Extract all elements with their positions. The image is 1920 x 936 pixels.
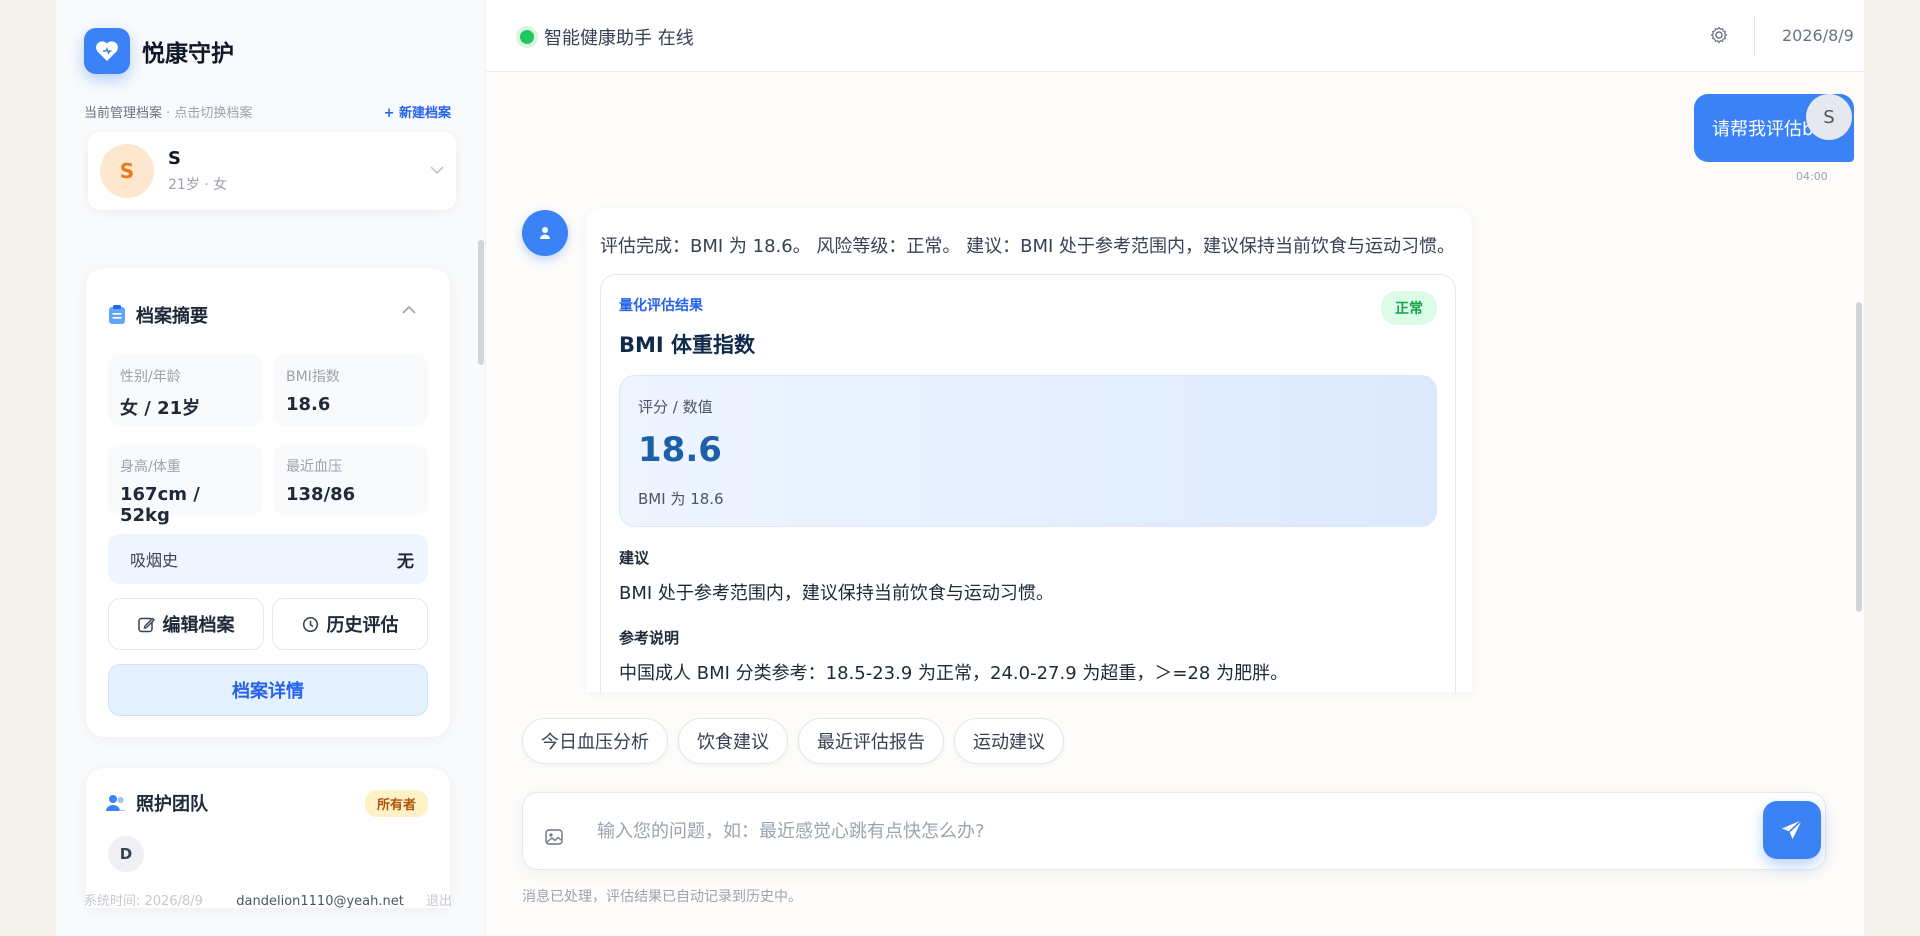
message-input[interactable]: 输入您的问题，如：最近感觉心跳有点快怎么办? xyxy=(597,817,985,843)
summary-title: 档案摘要 xyxy=(108,302,208,328)
user-avatar: S xyxy=(1806,94,1852,140)
quick-action-recent-report[interactable]: 最近评估报告 xyxy=(798,718,944,764)
send-button[interactable] xyxy=(1763,801,1821,859)
image-upload-icon[interactable] xyxy=(545,829,563,845)
status-footnote: 消息已处理，评估结果已自动记录到历史中。 xyxy=(522,889,802,905)
score-note: BMI 为 18.6 xyxy=(638,490,724,508)
owner-badge: 所有者 xyxy=(364,790,428,817)
profile-detail-button[interactable]: 档案详情 xyxy=(108,664,428,716)
header-date: 2026/8/9 xyxy=(1782,26,1854,45)
assistant-avatar-icon xyxy=(522,210,568,256)
stat-gender-age: 性别/年龄 女 / 21岁 xyxy=(108,354,262,426)
sidebar-scrollbar[interactable] xyxy=(478,240,484,365)
brand: 悦康守护 xyxy=(84,28,234,74)
divider xyxy=(1754,16,1755,56)
advice-text: BMI 处于参考范围内，建议保持当前饮食与运动习惯。 xyxy=(619,583,1054,604)
sidebar: 悦康守护 当前管理档案 · 点击切换档案 + 新建档案 S S 21岁 · 女 … xyxy=(56,0,486,936)
assistant-status: 智能健康助手 在线 xyxy=(520,24,694,50)
new-profile-button[interactable]: + 新建档案 xyxy=(384,102,451,121)
chat-panel: 智能健康助手 在线 2026/8/9 请帮我评估bmi S 04:00 评估完成… xyxy=(486,0,1864,936)
message-list: 请帮我评估bmi S 04:00 评估完成：BMI 为 18.6。 风险等级：正… xyxy=(486,72,1864,692)
system-time: 系统时间: 2026/8/9 xyxy=(84,894,203,909)
score-label: 评分 / 数值 xyxy=(638,398,713,416)
message-time: 04:00 xyxy=(1796,170,1828,183)
stat-blood-pressure: 最近血压 138/86 xyxy=(274,444,428,516)
history-button[interactable]: 历史评估 xyxy=(272,598,428,650)
stat-height-weight: 身高/体重 167cm / 52kg xyxy=(108,444,262,526)
user-email: dandelion1110@yeah.net xyxy=(236,894,404,909)
quick-action-diet[interactable]: 饮食建议 xyxy=(678,718,788,764)
assessment-result-card: 量化评估结果 正常 BMI 体重指数 评分 / 数值 18.6 BMI 为 18… xyxy=(600,274,1456,692)
chevron-up-icon[interactable] xyxy=(402,302,416,318)
edit-profile-button[interactable]: 编辑档案 xyxy=(108,598,264,650)
team-member-avatar[interactable]: D xyxy=(108,836,144,872)
stat-bmi: BMI指数 18.6 xyxy=(274,354,428,426)
top-bar: 智能健康助手 在线 2026/8/9 xyxy=(486,0,1864,72)
logout-link[interactable]: 退出 xyxy=(426,894,452,909)
gear-icon[interactable] xyxy=(1710,26,1728,44)
reference-text: 中国成人 BMI 分类参考：18.5-23.9 为正常，24.0-27.9 为超… xyxy=(619,663,1289,684)
clipboard-icon xyxy=(108,305,126,325)
profile-summary-card: 档案摘要 性别/年龄 女 / 21岁 BMI指数 18.6 身高/体重 167c… xyxy=(86,268,450,737)
quick-actions: 今日血压分析 饮食建议 最近评估报告 运动建议 xyxy=(522,718,1074,764)
profile-header: 当前管理档案 · 点击切换档案 + 新建档案 xyxy=(84,102,451,121)
brand-name: 悦康守护 xyxy=(142,41,234,67)
send-icon xyxy=(1780,818,1804,842)
app-window: 悦康守护 当前管理档案 · 点击切换档案 + 新建档案 S S 21岁 · 女 … xyxy=(56,0,1864,936)
care-team-title: 照护团队 xyxy=(106,790,208,816)
reference-heading: 参考说明 xyxy=(619,629,680,647)
chat-scrollbar[interactable] xyxy=(1856,302,1862,612)
online-dot-icon xyxy=(520,30,534,44)
score-value: 18.6 xyxy=(638,430,722,470)
quick-action-bp-analysis[interactable]: 今日血压分析 xyxy=(522,718,668,764)
care-team-card: 照护团队 所有者 D xyxy=(86,768,450,908)
risk-level-badge: 正常 xyxy=(1381,291,1437,325)
heart-icon xyxy=(84,28,130,74)
message-composer[interactable]: 输入您的问题，如：最近感觉心跳有点快怎么办? xyxy=(522,792,1826,870)
profile-header-hint: · 点击切换档案 xyxy=(162,106,253,121)
assistant-message: 评估完成：BMI 为 18.6。 风险等级：正常。 建议：BMI 处于参考范围内… xyxy=(586,208,1472,692)
result-title: BMI 体重指数 xyxy=(619,333,756,357)
edit-icon xyxy=(137,616,155,633)
people-icon xyxy=(106,794,126,812)
score-box: 评分 / 数值 18.6 BMI 为 18.6 xyxy=(619,375,1437,527)
result-tag: 量化评估结果 xyxy=(619,298,703,314)
quick-action-exercise[interactable]: 运动建议 xyxy=(954,718,1064,764)
advice-heading: 建议 xyxy=(619,549,650,567)
smoking-history: 吸烟史 无 xyxy=(108,534,428,584)
profile-switcher[interactable]: S S 21岁 · 女 xyxy=(88,132,456,210)
profile-header-label: 当前管理档案 xyxy=(84,106,163,121)
sidebar-footer: 系统时间: 2026/8/9 dandelion1110@yeah.net 退出 xyxy=(84,890,452,909)
profile-name: S xyxy=(168,148,181,169)
chevron-down-icon xyxy=(430,163,444,179)
profile-meta: 21岁 · 女 xyxy=(168,177,228,193)
assistant-message-text: 评估完成：BMI 为 18.6。 风险等级：正常。 建议：BMI 处于参考范围内… xyxy=(600,236,1456,257)
avatar: S xyxy=(100,144,154,198)
history-icon xyxy=(302,616,319,633)
